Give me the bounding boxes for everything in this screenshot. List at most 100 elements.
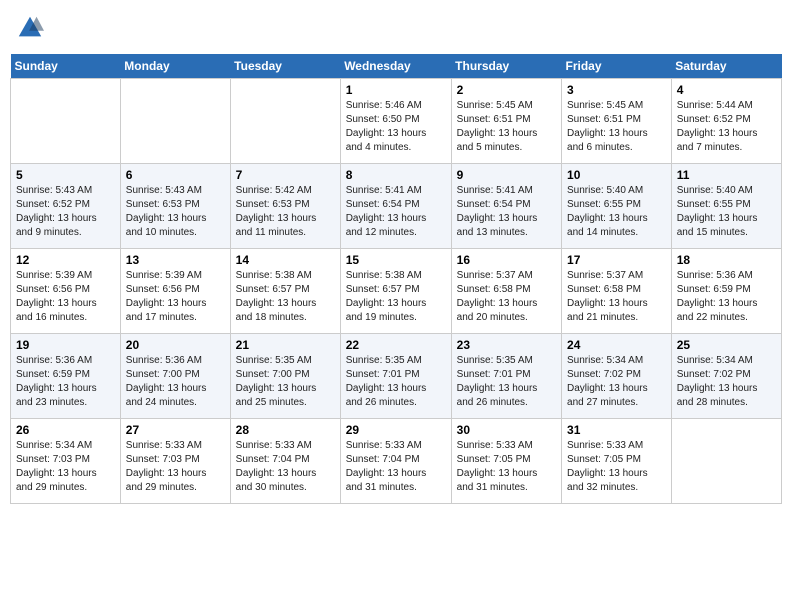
day-info: Sunrise: 5:40 AM Sunset: 6:55 PM Dayligh…	[567, 184, 666, 240]
day-info: Sunrise: 5:39 AM Sunset: 6:56 PM Dayligh…	[16, 269, 115, 325]
day-info: Sunrise: 5:33 AM Sunset: 7:04 PM Dayligh…	[346, 439, 446, 495]
calendar-cell: 22 Sunrise: 5:35 AM Sunset: 7:01 PM Dayli…	[340, 334, 451, 419]
weekday-header: Monday	[120, 54, 230, 79]
day-info: Sunrise: 5:40 AM Sunset: 6:55 PM Dayligh…	[677, 184, 776, 240]
day-info: Sunrise: 5:41 AM Sunset: 6:54 PM Dayligh…	[457, 184, 556, 240]
calendar-table: SundayMondayTuesdayWednesdayThursdayFrid…	[10, 54, 782, 504]
calendar-cell: 20Sunrise: 5:36 AM Sunset: 7:00 PM Dayli…	[120, 334, 230, 419]
calendar-cell: 24Sunrise: 5:34 AM Sunset: 7:02 PM Dayli…	[562, 334, 672, 419]
day-info: Sunrise: 5:33 AM Sunset: 7:03 PM Dayligh…	[126, 439, 225, 495]
logo	[16, 14, 48, 42]
day-info: Sunrise: 5:35 AM Sunset: 7:00 PM Dayligh…	[236, 354, 335, 410]
calendar-cell: 13 Sunrise: 5:39 AM Sunset: 6:56 PM Dayli…	[120, 249, 230, 334]
calendar-cell: 2 Sunrise: 5:45 AM Sunset: 6:51 PM Daylig…	[451, 79, 561, 164]
week-row: 19Sunrise: 5:36 AM Sunset: 6:59 PM Dayli…	[11, 334, 782, 419]
day-number: 25	[677, 338, 776, 352]
day-info: Sunrise: 5:39 AM Sunset: 6:56 PM Dayligh…	[126, 269, 225, 325]
day-number: 21	[236, 338, 335, 352]
day-info: Sunrise: 5:41 AM Sunset: 6:54 PM Dayligh…	[346, 184, 446, 240]
weekday-header: Saturday	[671, 54, 781, 79]
day-number: 18	[677, 253, 776, 267]
day-info: Sunrise: 5:46 AM Sunset: 6:50 PM Dayligh…	[346, 99, 446, 155]
day-info: Sunrise: 5:33 AM Sunset: 7:05 PM Dayligh…	[567, 439, 666, 495]
week-row: 1 Sunrise: 5:46 AM Sunset: 6:50 PM Daylig…	[11, 79, 782, 164]
day-number: 11	[677, 168, 776, 182]
calendar-cell	[11, 79, 121, 164]
day-info: Sunrise: 5:45 AM Sunset: 6:51 PM Dayligh…	[457, 99, 556, 155]
day-number: 6	[126, 168, 225, 182]
header-row: SundayMondayTuesdayWednesdayThursdayFrid…	[11, 54, 782, 79]
calendar-cell: 3 Sunrise: 5:45 AM Sunset: 6:51 PM Daylig…	[562, 79, 672, 164]
weekday-header: Sunday	[11, 54, 121, 79]
day-info: Sunrise: 5:34 AM Sunset: 7:03 PM Dayligh…	[16, 439, 115, 495]
day-info: Sunrise: 5:43 AM Sunset: 6:53 PM Dayligh…	[126, 184, 225, 240]
day-info: Sunrise: 5:35 AM Sunset: 7:01 PM Dayligh…	[457, 354, 556, 410]
calendar-cell: 16 Sunrise: 5:37 AM Sunset: 6:58 PM Dayli…	[451, 249, 561, 334]
week-row: 12 Sunrise: 5:39 AM Sunset: 6:56 PM Dayli…	[11, 249, 782, 334]
day-info: Sunrise: 5:36 AM Sunset: 7:00 PM Dayligh…	[126, 354, 225, 410]
calendar-cell: 31 Sunrise: 5:33 AM Sunset: 7:05 PM Dayli…	[562, 419, 672, 504]
day-info: Sunrise: 5:37 AM Sunset: 6:58 PM Dayligh…	[457, 269, 556, 325]
day-number: 19	[16, 338, 115, 352]
day-info: Sunrise: 5:44 AM Sunset: 6:52 PM Dayligh…	[677, 99, 776, 155]
calendar-cell: 26 Sunrise: 5:34 AM Sunset: 7:03 PM Dayli…	[11, 419, 121, 504]
day-number: 28	[236, 423, 335, 437]
calendar-cell	[230, 79, 340, 164]
day-number: 9	[457, 168, 556, 182]
day-number: 1	[346, 83, 446, 97]
day-number: 12	[16, 253, 115, 267]
calendar-cell: 15 Sunrise: 5:38 AM Sunset: 6:57 PM Dayli…	[340, 249, 451, 334]
calendar-cell: 10 Sunrise: 5:40 AM Sunset: 6:55 PM Dayli…	[562, 164, 672, 249]
day-number: 14	[236, 253, 335, 267]
weekday-header: Thursday	[451, 54, 561, 79]
day-info: Sunrise: 5:34 AM Sunset: 7:02 PM Dayligh…	[567, 354, 666, 410]
calendar-cell: 18Sunrise: 5:36 AM Sunset: 6:59 PM Dayli…	[671, 249, 781, 334]
calendar-cell: 9 Sunrise: 5:41 AM Sunset: 6:54 PM Daylig…	[451, 164, 561, 249]
day-number: 29	[346, 423, 446, 437]
day-number: 26	[16, 423, 115, 437]
logo-icon	[16, 14, 44, 42]
day-info: Sunrise: 5:43 AM Sunset: 6:52 PM Dayligh…	[16, 184, 115, 240]
day-info: Sunrise: 5:34 AM Sunset: 7:02 PM Dayligh…	[677, 354, 776, 410]
weekday-header: Friday	[562, 54, 672, 79]
day-info: Sunrise: 5:37 AM Sunset: 6:58 PM Dayligh…	[567, 269, 666, 325]
weekday-header: Wednesday	[340, 54, 451, 79]
day-number: 5	[16, 168, 115, 182]
day-number: 4	[677, 83, 776, 97]
calendar-cell: 7Sunrise: 5:42 AM Sunset: 6:53 PM Daylig…	[230, 164, 340, 249]
day-number: 17	[567, 253, 666, 267]
calendar-cell: 6 Sunrise: 5:43 AM Sunset: 6:53 PM Daylig…	[120, 164, 230, 249]
calendar-cell: 4 Sunrise: 5:44 AM Sunset: 6:52 PM Daylig…	[671, 79, 781, 164]
day-number: 15	[346, 253, 446, 267]
day-number: 3	[567, 83, 666, 97]
day-number: 22	[346, 338, 446, 352]
day-number: 30	[457, 423, 556, 437]
calendar-cell: 25 Sunrise: 5:34 AM Sunset: 7:02 PM Dayli…	[671, 334, 781, 419]
week-row: 26 Sunrise: 5:34 AM Sunset: 7:03 PM Dayli…	[11, 419, 782, 504]
calendar-cell: 14 Sunrise: 5:38 AM Sunset: 6:57 PM Dayli…	[230, 249, 340, 334]
calendar-cell: 12 Sunrise: 5:39 AM Sunset: 6:56 PM Dayli…	[11, 249, 121, 334]
day-number: 13	[126, 253, 225, 267]
day-info: Sunrise: 5:42 AM Sunset: 6:53 PM Dayligh…	[236, 184, 335, 240]
day-info: Sunrise: 5:35 AM Sunset: 7:01 PM Dayligh…	[346, 354, 446, 410]
day-info: Sunrise: 5:33 AM Sunset: 7:05 PM Dayligh…	[457, 439, 556, 495]
day-number: 27	[126, 423, 225, 437]
day-number: 23	[457, 338, 556, 352]
weekday-header: Tuesday	[230, 54, 340, 79]
calendar-cell: 30 Sunrise: 5:33 AM Sunset: 7:05 PM Dayli…	[451, 419, 561, 504]
day-info: Sunrise: 5:38 AM Sunset: 6:57 PM Dayligh…	[236, 269, 335, 325]
calendar-cell: 17 Sunrise: 5:37 AM Sunset: 6:58 PM Dayli…	[562, 249, 672, 334]
calendar-cell: 19Sunrise: 5:36 AM Sunset: 6:59 PM Dayli…	[11, 334, 121, 419]
day-info: Sunrise: 5:45 AM Sunset: 6:51 PM Dayligh…	[567, 99, 666, 155]
day-number: 2	[457, 83, 556, 97]
day-number: 16	[457, 253, 556, 267]
calendar-cell	[671, 419, 781, 504]
calendar-cell: 11 Sunrise: 5:40 AM Sunset: 6:55 PM Dayli…	[671, 164, 781, 249]
day-number: 31	[567, 423, 666, 437]
calendar-cell: 21 Sunrise: 5:35 AM Sunset: 7:00 PM Dayli…	[230, 334, 340, 419]
calendar-cell: 5 Sunrise: 5:43 AM Sunset: 6:52 PM Daylig…	[11, 164, 121, 249]
day-number: 10	[567, 168, 666, 182]
calendar-cell: 28Sunrise: 5:33 AM Sunset: 7:04 PM Dayli…	[230, 419, 340, 504]
calendar-cell: 8Sunrise: 5:41 AM Sunset: 6:54 PM Daylig…	[340, 164, 451, 249]
day-info: Sunrise: 5:38 AM Sunset: 6:57 PM Dayligh…	[346, 269, 446, 325]
